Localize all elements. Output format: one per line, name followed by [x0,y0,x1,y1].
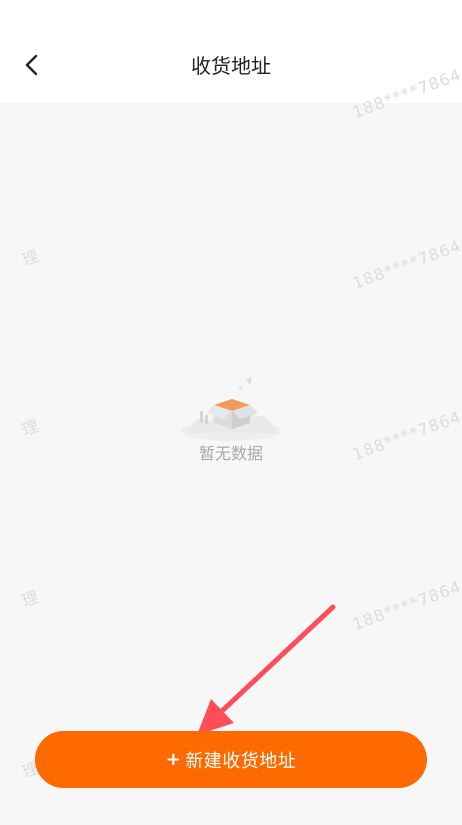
plus-icon: + [165,749,182,770]
page-title: 收货地址 [191,54,271,78]
empty-box-icon [181,377,281,441]
add-address-label: 新建收货地址 [185,750,297,772]
empty-state-text: 暂无数据 [198,444,263,463]
header-bar: 收货地址 [0,0,462,103]
add-address-button[interactable]: + 新建收货地址 [35,731,427,788]
